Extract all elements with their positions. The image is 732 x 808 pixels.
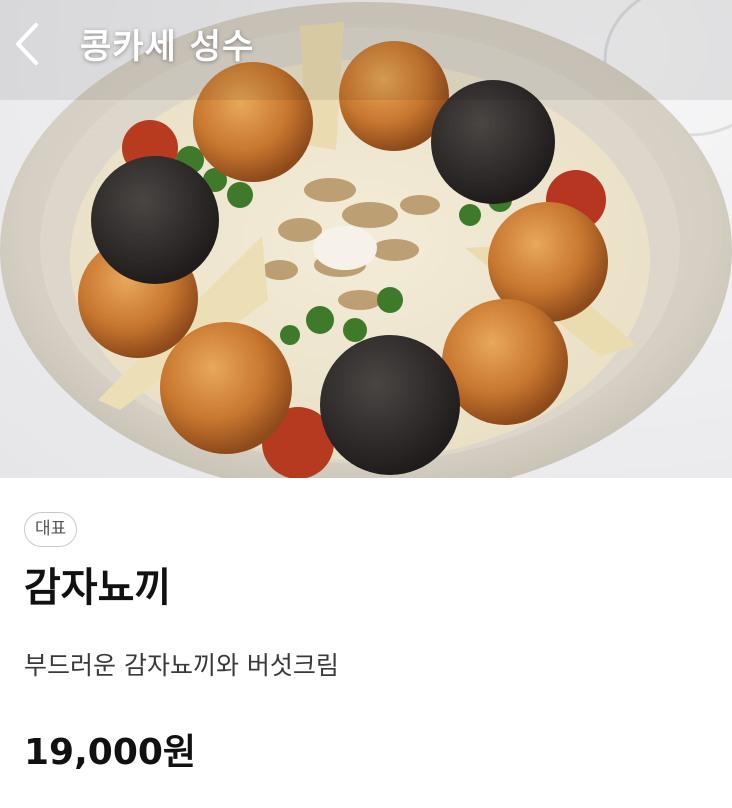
menu-description: 부드러운 감자뇨끼와 버섯크림 (24, 651, 339, 680)
menu-info: 대표 감자뇨끼 부드러운 감자뇨끼와 버섯크림 19,000원 (0, 478, 732, 808)
chevron-left-icon (16, 23, 38, 65)
menu-price: 19,000원 (24, 732, 197, 773)
menu-name: 감자뇨끼 (24, 565, 172, 611)
back-button[interactable] (14, 22, 60, 72)
store-title: 콩카세 성수 (80, 27, 255, 67)
signature-badge: 대표 (24, 512, 78, 547)
menu-photo: 콩카세 성수 (0, 0, 732, 478)
top-bar: 콩카세 성수 (0, 0, 732, 96)
